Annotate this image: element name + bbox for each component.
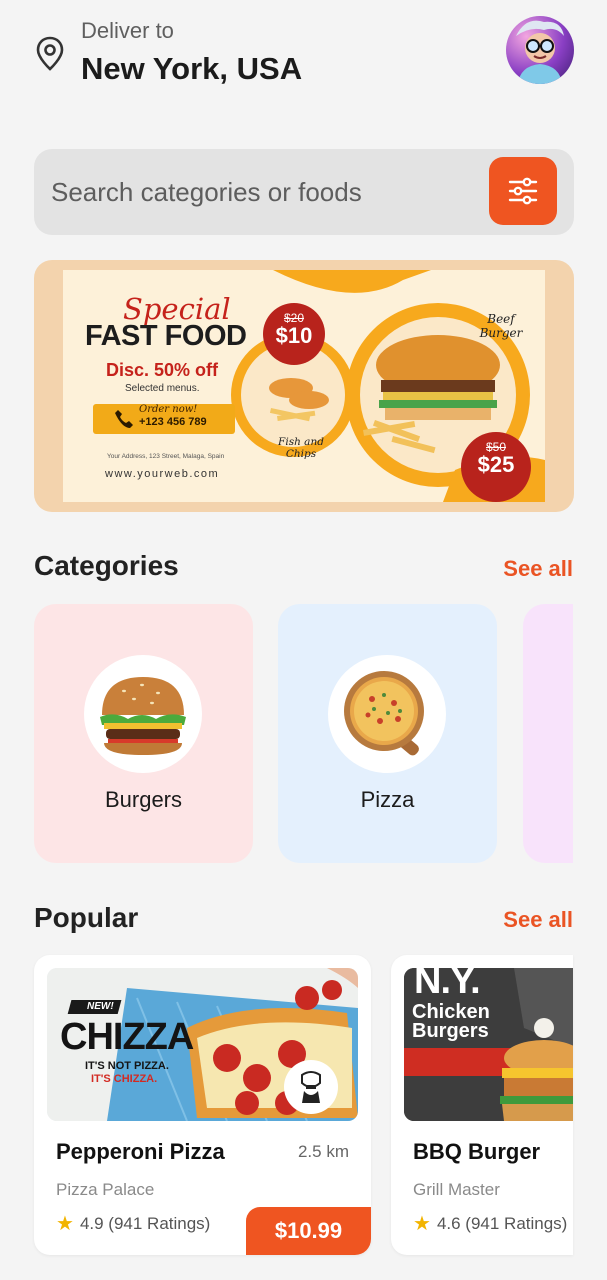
price-button[interactable]: $10.99	[246, 1207, 371, 1255]
banner-artwork: Special FAST FOOD Disc. 50% off Selected…	[63, 270, 545, 502]
banner-order-now: Order now!	[139, 404, 198, 415]
category-label: Pizza	[360, 787, 415, 812]
sliders-icon	[508, 177, 538, 205]
deliver-label: Deliver to	[81, 18, 174, 43]
new-price: $10	[275, 323, 313, 348]
item-name: BBQ Burger	[413, 1139, 541, 1164]
search-input[interactable]	[51, 149, 471, 235]
image-burgers-label: Burgers	[412, 1020, 489, 1042]
category-label: Burgers	[104, 787, 183, 812]
price-tag-small: $20 $10	[263, 303, 325, 365]
location-pin-icon	[36, 36, 64, 71]
banner-discount: Disc. 50% off	[106, 360, 219, 380]
filter-button[interactable]	[489, 157, 557, 225]
promo-banner[interactable]: Special FAST FOOD Disc. 50% off Selected…	[34, 260, 574, 512]
delivery-location[interactable]: New York, USA	[81, 51, 302, 87]
new-price: $25	[477, 452, 515, 477]
category-card-pizza[interactable]: Pizza	[278, 604, 497, 863]
item-name: Pepperoni Pizza	[56, 1139, 225, 1164]
food-image: N.Y. Chicken Burgers	[404, 968, 573, 1121]
rating-text: 4.9 (941 Ratings)	[79, 1213, 211, 1233]
banner-website: www.yourweb.com	[105, 468, 220, 480]
avatar[interactable]	[506, 16, 574, 84]
image-tagline-2: IT'S CHIZZA.	[91, 1073, 158, 1085]
image-brand-label: CHIZZA	[60, 1016, 194, 1058]
image-ny-label: N.Y.	[414, 968, 481, 1002]
popular-item-card[interactable]: N.Y. Chicken Burgers BBQ Burger Grill Ma…	[391, 955, 573, 1255]
restaurant-name: Pizza Palace	[56, 1180, 155, 1199]
star-icon: ★	[413, 1213, 431, 1235]
category-card-partial[interactable]	[523, 604, 573, 863]
banner-address: Your Address, 123 Street, Malaga, Spain	[107, 453, 225, 460]
burger-image	[84, 655, 202, 773]
fish-chips-label: Fish and Chips	[278, 436, 324, 460]
popular-item-card[interactable]: NEW! CHIZZA IT'S NOT PIZZA. IT'S CHIZZA.…	[34, 955, 371, 1255]
star-icon: ★	[56, 1213, 74, 1235]
restaurant-name: Grill Master	[413, 1180, 500, 1199]
price-tag-large: $50 $25	[461, 432, 531, 502]
categories-title: Categories	[34, 550, 179, 581]
popular-title: Popular	[34, 902, 139, 933]
search-bar	[34, 149, 574, 235]
image-new-label: NEW!	[87, 1001, 114, 1012]
banner-phone: +123 456 789	[139, 416, 207, 428]
food-image: NEW! CHIZZA IT'S NOT PIZZA. IT'S CHIZZA.	[47, 968, 358, 1121]
phone-icon	[115, 410, 133, 428]
item-rating: ★ 4.9 (941 Ratings)	[56, 1211, 210, 1236]
item-distance: 2.5 km	[297, 1142, 349, 1161]
item-rating: ★ 4.6 (941 Ratings)	[413, 1211, 567, 1236]
pizza-image	[328, 655, 446, 773]
rating-text: 4.6 (941 Ratings)	[436, 1213, 568, 1233]
categories-see-all-link[interactable]: See all	[503, 556, 573, 582]
banner-selected: Selected menus.	[125, 383, 200, 394]
header: Deliver to New York, USA	[34, 16, 574, 92]
category-card-burgers[interactable]: Burgers	[34, 604, 253, 863]
banner-title: FAST FOOD	[85, 320, 247, 352]
kfc-logo	[284, 1060, 338, 1114]
popular-see-all-link[interactable]: See all	[503, 907, 573, 933]
beef-burger-label: Beef Burger	[479, 312, 523, 340]
image-tagline-1: IT'S NOT PIZZA.	[85, 1060, 169, 1072]
